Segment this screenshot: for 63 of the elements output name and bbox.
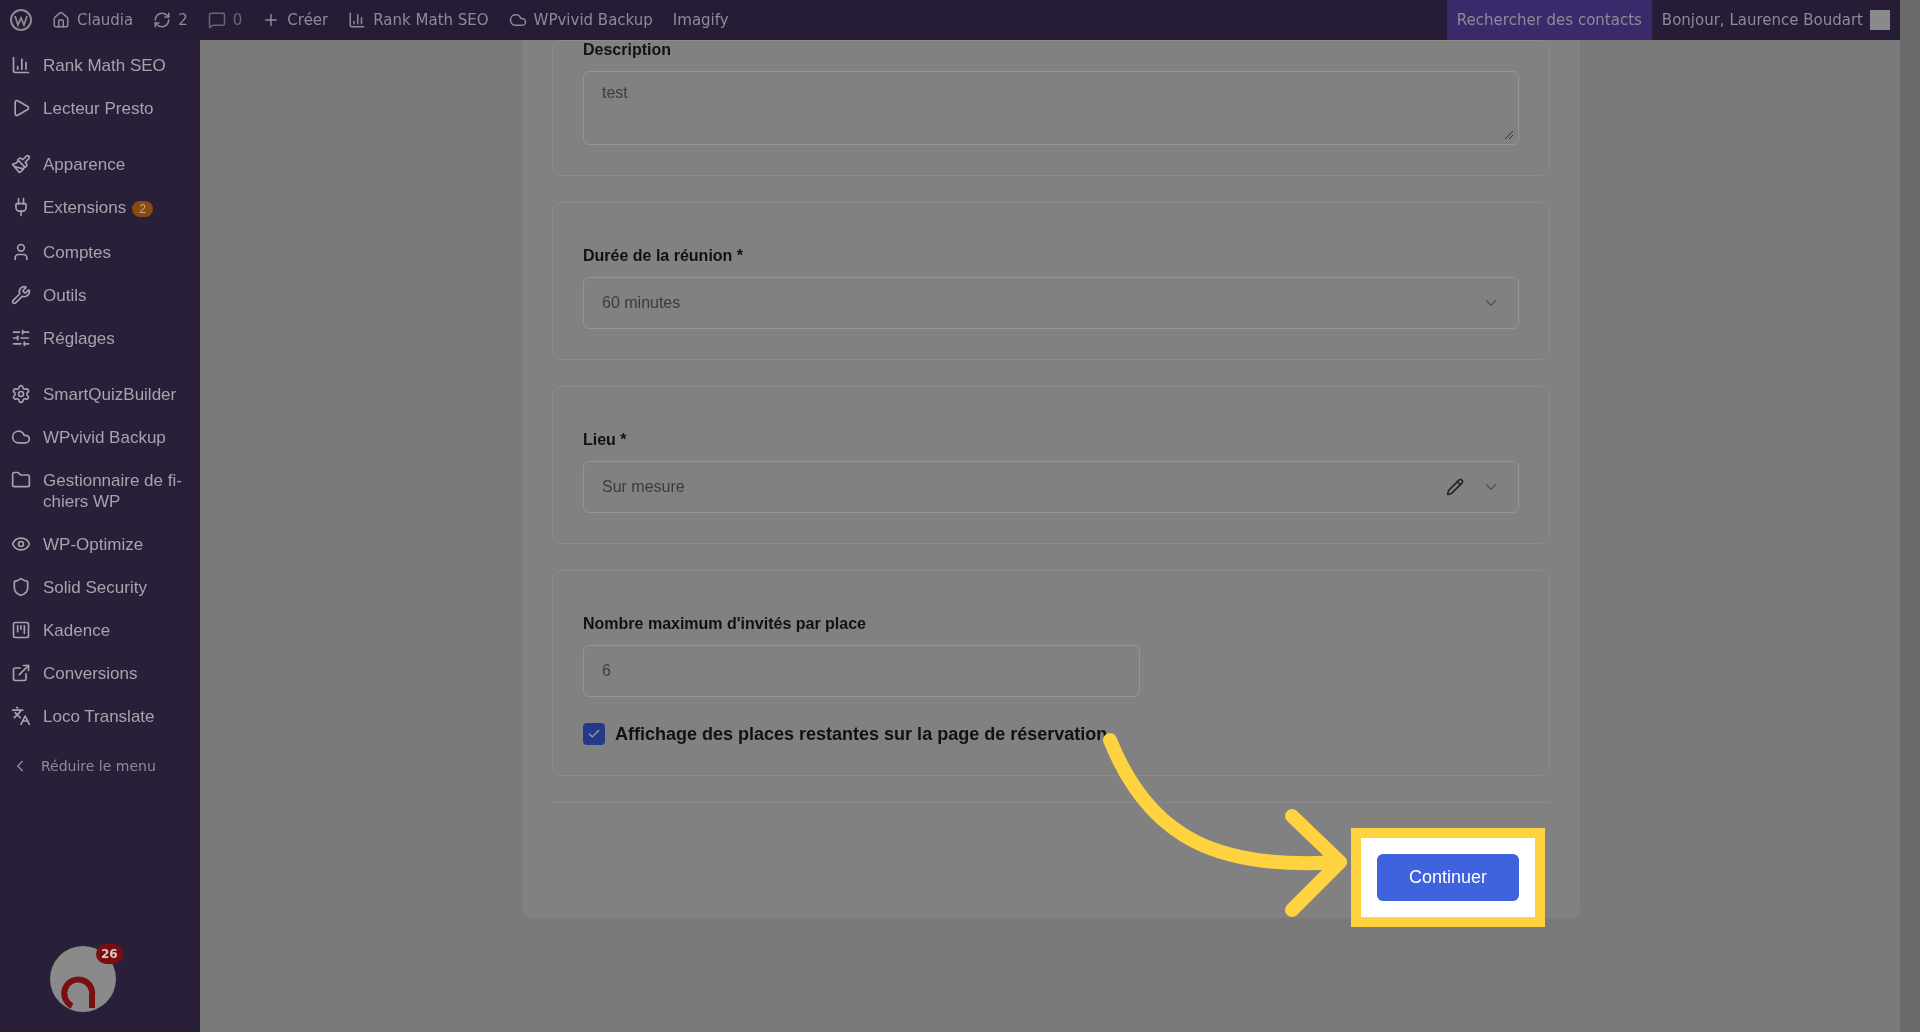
chart-icon xyxy=(348,11,367,29)
description-field[interactable]: test xyxy=(583,71,1519,145)
external-link-icon xyxy=(11,663,31,683)
search-contacts-link[interactable]: Rechercher des contacts xyxy=(1446,0,1652,40)
menu-item[interactable]: Gestionnaire de fi- chiers WP xyxy=(0,459,200,523)
toolbar-link[interactable]: Rank Math SEO xyxy=(338,0,499,40)
cloud-icon xyxy=(11,427,31,447)
menu-item[interactable]: WP-Optimize xyxy=(0,523,200,566)
menu-item[interactable]: SmartQuizBuilder xyxy=(0,373,200,416)
updates-link[interactable]: 2 xyxy=(143,0,198,40)
menu-item[interactable]: Lecteur Presto xyxy=(0,87,200,130)
toolbar-link[interactable]: Imagify xyxy=(662,0,739,40)
field-label: Nombre maximum d'invités par place xyxy=(583,615,867,633)
eye-icon xyxy=(11,534,31,554)
toolbar-link[interactable]: WPvivid Backup xyxy=(498,0,663,40)
menu-item[interactable]: Conversions xyxy=(0,652,200,695)
paintbrush-icon xyxy=(11,154,31,174)
count-badge: 26 xyxy=(96,944,123,964)
continue-button[interactable]: Continuer xyxy=(1376,854,1519,901)
menu-item[interactable]: WPvivid Backup xyxy=(0,416,200,459)
menu-item[interactable]: Extensions 2 xyxy=(0,186,200,231)
home-icon xyxy=(52,11,70,29)
pencil-icon[interactable] xyxy=(1446,478,1464,496)
comments-link[interactable]: 0 xyxy=(197,0,253,40)
kanban-icon xyxy=(11,620,31,640)
settings-icon xyxy=(11,384,31,404)
menu-item[interactable]: Outils xyxy=(0,274,200,317)
menu-item[interactable]: Loco Translate xyxy=(0,695,200,738)
resize-icon xyxy=(1504,130,1514,140)
checkbox[interactable] xyxy=(583,723,605,745)
user-icon xyxy=(11,242,31,262)
count-badge: 2 xyxy=(132,201,153,217)
field-label: Durée de la réunion * xyxy=(583,247,745,265)
menu-item[interactable]: Comptes xyxy=(0,231,200,274)
comment-icon xyxy=(207,11,226,29)
scrollbar[interactable] xyxy=(1900,0,1920,40)
account-link[interactable]: Bonjour, Laurence Boudart xyxy=(1651,0,1900,40)
location-select[interactable]: Sur mesure xyxy=(583,461,1519,513)
refresh-icon xyxy=(153,11,172,29)
check-icon xyxy=(587,727,601,741)
avatar-icon xyxy=(1870,10,1890,30)
duration-select[interactable]: 60 minutes xyxy=(583,277,1519,329)
new-link[interactable]: Créer xyxy=(252,0,339,40)
menu-item[interactable]: Apparence xyxy=(0,143,200,186)
chart-icon xyxy=(11,55,31,75)
scrollbar[interactable] xyxy=(1900,40,1920,1032)
play-icon xyxy=(11,98,31,118)
shield-icon xyxy=(11,577,31,597)
field-label: Description xyxy=(583,41,672,59)
cloud-icon xyxy=(508,11,527,29)
checkbox-label[interactable]: Affichage des places restantes sur la page de réservation xyxy=(583,723,1519,745)
menu-item[interactable]: Solid Security xyxy=(0,566,200,609)
collapse-menu-button[interactable]: Réduire le menu xyxy=(0,751,200,781)
menu-item[interactable]: Rank Math SEO xyxy=(0,44,200,87)
wrench-icon xyxy=(11,285,31,305)
guests-input[interactable]: 6 xyxy=(583,645,1140,697)
sliders-icon xyxy=(11,328,31,348)
folder-icon xyxy=(11,470,31,490)
menu-item[interactable]: Kadence xyxy=(0,609,200,652)
field-label: Lieu * xyxy=(583,431,628,449)
languages-icon xyxy=(11,706,31,726)
menu-item[interactable]: Réglages xyxy=(0,317,200,360)
site-link[interactable]: Claudia xyxy=(42,0,144,40)
